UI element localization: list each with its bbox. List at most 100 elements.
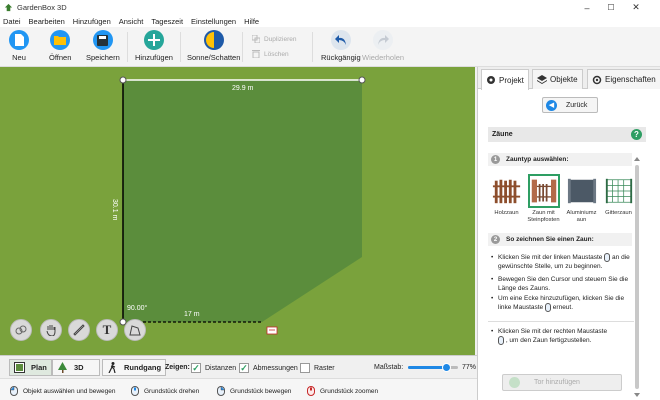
fence-option-wood[interactable]: Holzzaun [489, 174, 524, 217]
minimize-button[interactable]: – [576, 0, 598, 15]
show-label: Zeigen: [165, 364, 190, 371]
add-button[interactable]: Hinzufügen [135, 30, 173, 62]
checkbox-check-icon: ✓ [239, 362, 249, 373]
project-icon [487, 76, 495, 84]
plan-canvas[interactable]: 29.9 m 30.1 m 90.00° 17 m T [0, 67, 475, 355]
text-icon: T [102, 322, 112, 337]
title-bar: GardenBox 3D [0, 0, 660, 15]
toolbar-separator [127, 32, 128, 62]
scale-value: 77% [462, 364, 477, 371]
tab-project[interactable]: Projekt [481, 69, 529, 90]
panel-tabs: Projekt Objekte Eigenschaften [478, 67, 660, 90]
window-title: GardenBox 3D [17, 3, 67, 12]
check-icon [509, 377, 520, 388]
hint-rotate: Grundstück drehen [131, 386, 199, 396]
undo-button[interactable]: Rückgängig [321, 30, 361, 62]
shapes-icon [15, 325, 27, 335]
toolbar-separator [242, 32, 243, 62]
fence-option-grid[interactable]: Gitterzaun [601, 174, 636, 217]
menu-settings[interactable]: Einstellungen [191, 17, 236, 26]
menu-help[interactable]: Hilfe [244, 17, 259, 26]
compass-marker-icon [266, 326, 278, 335]
help-icon[interactable]: ? [631, 129, 642, 140]
pan-tool-button[interactable] [40, 319, 62, 341]
view-bar: Plan 3D Rundgang Zeigen: ✓ Distanzen ✓ A… [0, 355, 477, 378]
toolbar: Neu Öffnen Speichern Hinzufügen Sonne/Sc… [0, 27, 660, 67]
wood-fence-image [492, 179, 520, 204]
view-walk-button[interactable]: Rundgang [102, 359, 167, 376]
instruction-4: • Klicken Sie mit der rechten Maustaste … [491, 328, 608, 345]
ruler-icon [73, 324, 85, 336]
right-mouse-icon [217, 386, 225, 396]
menu-edit[interactable]: Bearbeiten [29, 17, 65, 26]
properties-panel: Projekt Objekte Eigenschaften ◀ Zurück Z… [477, 67, 660, 400]
view-plan-button[interactable]: Plan [9, 359, 52, 376]
polygon-draw-icon [129, 325, 141, 336]
grid-checkbox[interactable]: Raster [300, 363, 335, 373]
panel-scrollbar[interactable] [634, 157, 640, 397]
plot-vertex[interactable] [119, 76, 127, 84]
fence-option-stone-posts[interactable]: Zaun mit Steinpfosten [526, 174, 561, 224]
measure-tool-button[interactable] [68, 319, 90, 341]
scale-slider-track[interactable] [408, 363, 458, 372]
sun-shadow-button[interactable]: Sonne/Schatten [187, 30, 240, 62]
aluminium-fence-image [567, 178, 596, 204]
arrow-left-icon: ◀ [546, 99, 557, 111]
angle-label: 90.00° [127, 305, 148, 312]
top-dimension-label: 29.9 m [232, 85, 254, 92]
save-button[interactable]: Speichern [86, 30, 120, 62]
walking-person-icon [108, 362, 116, 373]
redo-button[interactable]: Wiederholen [362, 30, 404, 62]
step-number: 2 [491, 235, 500, 244]
plot-area[interactable] [123, 80, 362, 322]
plot-drawing[interactable] [0, 67, 475, 355]
step-1-header: 1 Zauntyp auswählen: [488, 153, 632, 166]
trash-icon [252, 50, 260, 58]
duplicate-button[interactable]: Duplizieren [252, 35, 297, 43]
status-bar: Objekt auswählen und bewegen Grundstück … [0, 378, 477, 400]
redo-icon [373, 30, 394, 50]
undo-icon [330, 30, 351, 50]
menu-view[interactable]: Ansicht [119, 17, 144, 26]
new-file-icon [9, 30, 29, 50]
toolbar-separator [312, 32, 313, 62]
hint-move: Grundstück bewegen [217, 386, 291, 396]
divider [488, 321, 634, 322]
right-mouse-icon [498, 336, 504, 345]
checkbox-empty-icon [300, 363, 310, 373]
tab-objects[interactable]: Objekte [532, 69, 583, 89]
floppy-disk-icon [92, 30, 113, 50]
menu-bar: Datei Bearbeiten Hinzufügen Ansicht Tage… [0, 15, 660, 27]
fence-option-aluminium[interactable]: Aluminiumz aun [564, 174, 599, 224]
hint-zoom: Grundstück zoomen [307, 386, 378, 396]
back-button[interactable]: ◀ Zurück [542, 97, 598, 113]
scale-slider-thumb[interactable] [442, 363, 451, 372]
menu-file[interactable]: Datei [3, 17, 21, 26]
toolbar-separator [180, 32, 181, 62]
new-button[interactable]: Neu [9, 30, 29, 62]
plot-vertex[interactable] [358, 76, 366, 84]
draw-area-tool-button[interactable] [124, 319, 146, 341]
tab-properties[interactable]: Eigenschaften [587, 69, 660, 89]
close-button[interactable]: ✕ [625, 0, 647, 15]
menu-add[interactable]: Hinzufügen [73, 17, 111, 26]
text-tool-button[interactable]: T [96, 319, 118, 341]
app-logo-icon [4, 3, 13, 12]
menu-time-of-day[interactable]: Tageszeit [151, 17, 183, 26]
middle-mouse-icon [131, 386, 139, 396]
dimensions-checkbox[interactable]: ✓ Abmessungen [239, 363, 298, 373]
left-mouse-icon [604, 253, 611, 262]
duplicate-icon [252, 35, 260, 43]
objects-tool-button[interactable] [10, 319, 32, 341]
stone-post-fence-image [527, 174, 560, 208]
open-button[interactable]: Öffnen [49, 30, 71, 62]
left-mouse-icon [10, 386, 18, 396]
scale-label: Maßstab: [374, 364, 404, 371]
add-gate-button[interactable]: Tor hinzufügen [502, 374, 622, 391]
delete-button[interactable]: Löschen [252, 50, 289, 58]
distances-checkbox[interactable]: ✓ Distanzen [191, 363, 236, 373]
view-3d-button[interactable]: 3D [52, 359, 100, 376]
grid-fence-image [605, 178, 632, 204]
maximize-button[interactable]: ☐ [600, 0, 622, 15]
tree-3d-icon [58, 362, 67, 373]
